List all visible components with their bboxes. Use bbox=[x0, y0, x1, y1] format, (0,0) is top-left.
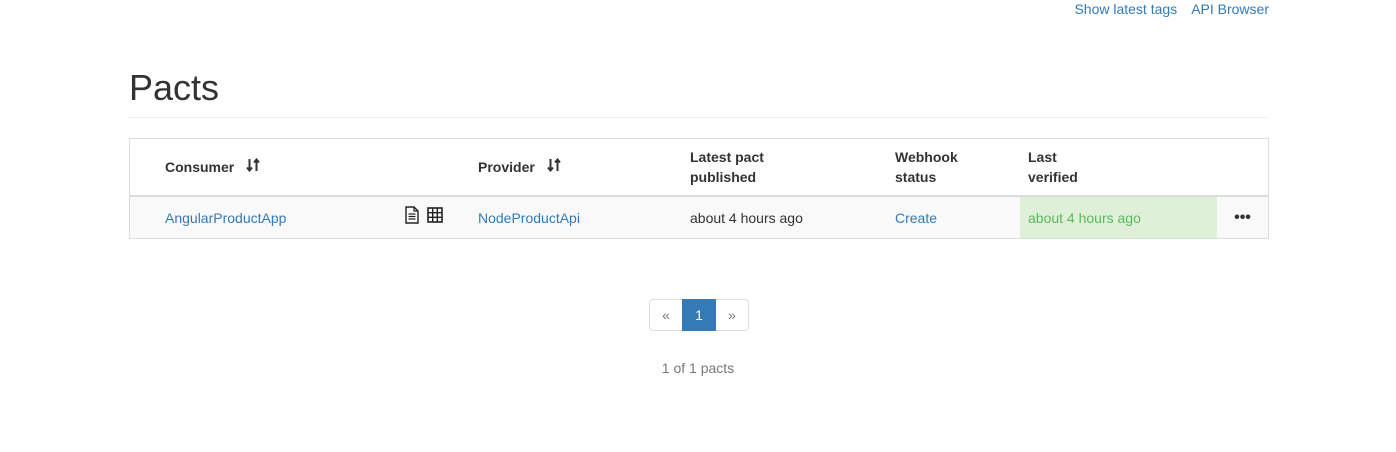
title-divider bbox=[129, 117, 1269, 118]
table-row: AngularProductApp NodeProductApi about 4… bbox=[130, 196, 1268, 238]
header-consumer[interactable]: Consumer bbox=[165, 139, 399, 197]
top-nav: Show latest tags API Browser bbox=[1074, 1, 1269, 17]
pacts-table-container: Consumer Provider Latest pact published … bbox=[129, 138, 1269, 239]
create-webhook-link[interactable]: Create bbox=[895, 210, 937, 226]
pagination-summary: 1 of 1 pacts bbox=[661, 360, 735, 376]
pacts-table: Consumer Provider Latest pact published … bbox=[130, 139, 1268, 238]
api-browser-link[interactable]: API Browser bbox=[1191, 1, 1269, 17]
consumer-link[interactable]: AngularProductApp bbox=[165, 210, 286, 226]
sort-icon[interactable] bbox=[246, 157, 261, 177]
header-provider[interactable]: Provider bbox=[478, 139, 690, 197]
header-latest-pact-line2: published bbox=[690, 169, 757, 185]
header-spacer bbox=[130, 139, 165, 197]
webhook-status-cell: Create bbox=[895, 196, 1020, 238]
page: Show latest tags API Browser Pacts Consu… bbox=[0, 0, 1396, 452]
document-icon[interactable] bbox=[404, 206, 420, 229]
header-last-verified: Last verified bbox=[1020, 139, 1217, 197]
matrix-grid-icon[interactable] bbox=[427, 207, 443, 228]
header-last-verified-line2: verified bbox=[1028, 169, 1078, 185]
header-latest-pact-line1: Latest pact bbox=[690, 149, 764, 165]
header-actions bbox=[1217, 139, 1268, 197]
pagination-prev-button[interactable]: « bbox=[649, 299, 682, 331]
latest-pact-cell: about 4 hours ago bbox=[690, 196, 895, 238]
last-verified-cell: about 4 hours ago bbox=[1020, 196, 1217, 238]
provider-cell: NodeProductApi bbox=[478, 196, 690, 238]
consumer-cell: AngularProductApp bbox=[165, 196, 399, 238]
pagination: « 1 » bbox=[649, 299, 749, 331]
header-webhook-status: Webhook status bbox=[895, 139, 1020, 197]
header-consumer-label: Consumer bbox=[165, 159, 235, 175]
pact-icons-cell bbox=[399, 196, 478, 238]
sort-icon[interactable] bbox=[547, 157, 561, 177]
row-spacer bbox=[130, 196, 165, 238]
page-title: Pacts bbox=[129, 67, 220, 108]
more-actions-icon[interactable]: ••• bbox=[1217, 196, 1268, 238]
show-latest-tags-link[interactable]: Show latest tags bbox=[1074, 1, 1177, 17]
header-webhook-line1: Webhook bbox=[895, 149, 958, 165]
provider-link[interactable]: NodeProductApi bbox=[478, 210, 580, 226]
pagination-next-button[interactable]: » bbox=[716, 299, 749, 331]
header-icons-spacer bbox=[399, 139, 478, 197]
header-latest-pact: Latest pact published bbox=[690, 139, 895, 197]
table-header-row: Consumer Provider Latest pact published … bbox=[130, 139, 1268, 197]
header-provider-label: Provider bbox=[478, 159, 535, 175]
pagination-page-1[interactable]: 1 bbox=[682, 299, 716, 331]
header-webhook-line2: status bbox=[895, 169, 937, 185]
header-last-verified-line1: Last bbox=[1028, 149, 1057, 165]
